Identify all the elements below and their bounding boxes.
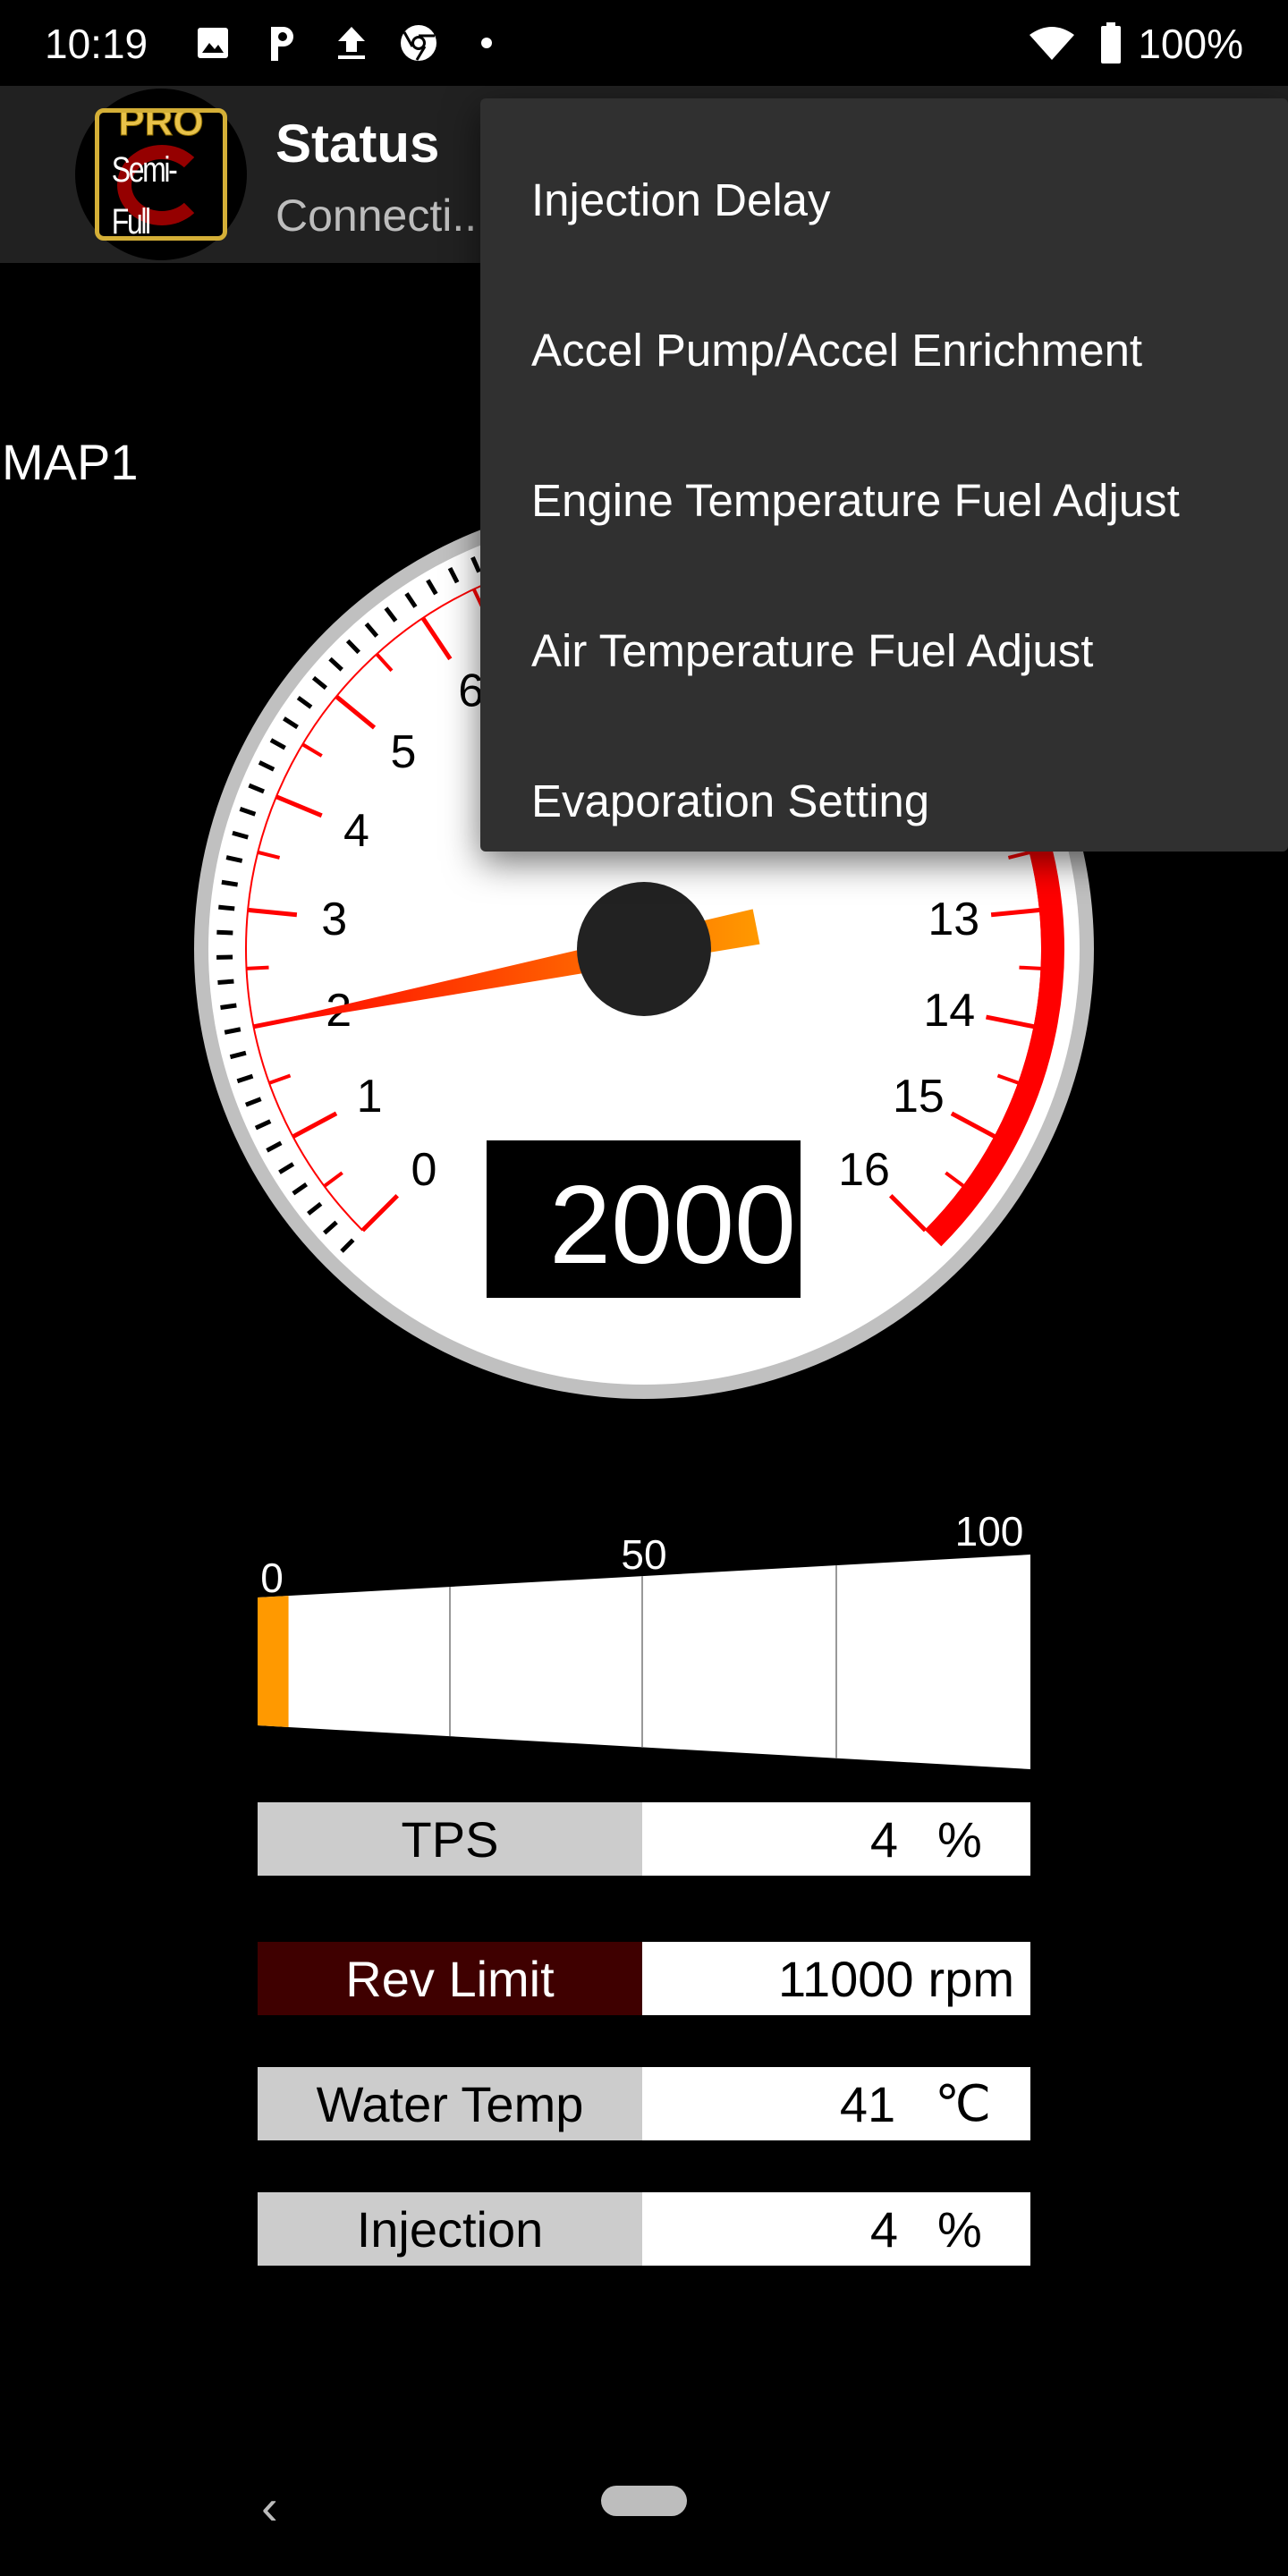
row-rev-limit: Rev Limit 11000 rpm	[258, 1942, 1030, 2015]
row-label: Rev Limit	[258, 1942, 642, 2015]
value-number: 11000	[777, 1950, 914, 2007]
overflow-menu: Injection Delay Accel Pump/Accel Enrichm…	[480, 98, 1288, 852]
value-unit: rpm	[928, 1950, 1014, 2007]
throttle-track	[258, 1555, 1030, 1769]
value-number: 4	[869, 1810, 898, 1868]
row-value: 4%	[642, 1802, 1030, 1876]
throttle-label-0: 0	[260, 1555, 284, 1601]
value-number: 4	[869, 2200, 898, 2258]
home-pill-button[interactable]	[601, 2486, 687, 2516]
row-water-temp: Water Temp 41 ℃	[258, 2067, 1030, 2140]
row-value: 4%	[642, 2192, 1030, 2266]
row-tps: TPS 4%	[258, 1802, 1030, 1876]
row-value: 41 ℃	[642, 2067, 1030, 2140]
throttle-label-50: 50	[621, 1531, 666, 1578]
menu-item-injection-delay[interactable]: Injection Delay	[480, 124, 1288, 275]
value-unit: %	[937, 2200, 982, 2258]
value-unit: ℃	[935, 2075, 991, 2131]
row-injection: Injection 4%	[258, 2192, 1030, 2266]
row-value: 11000 rpm	[642, 1942, 1030, 2015]
value-number: 41	[839, 2075, 896, 2132]
back-chevron-icon[interactable]: ‹	[261, 2478, 278, 2536]
throttle-fill	[258, 1596, 289, 1727]
value-unit: %	[937, 1810, 982, 1868]
menu-item-engine-temp-fuel-adjust[interactable]: Engine Temperature Fuel Adjust	[480, 425, 1288, 575]
row-label: TPS	[258, 1802, 642, 1876]
menu-item-accel-pump[interactable]: Accel Pump/Accel Enrichment	[480, 275, 1288, 425]
row-label: Water Temp	[258, 2067, 642, 2140]
menu-item-evaporation-setting[interactable]: Evaporation Setting	[480, 725, 1288, 876]
row-label: Injection	[258, 2192, 642, 2266]
menu-item-air-temp-fuel-adjust[interactable]: Air Temperature Fuel Adjust	[480, 575, 1288, 725]
throttle-label-100: 100	[955, 1508, 1024, 1555]
